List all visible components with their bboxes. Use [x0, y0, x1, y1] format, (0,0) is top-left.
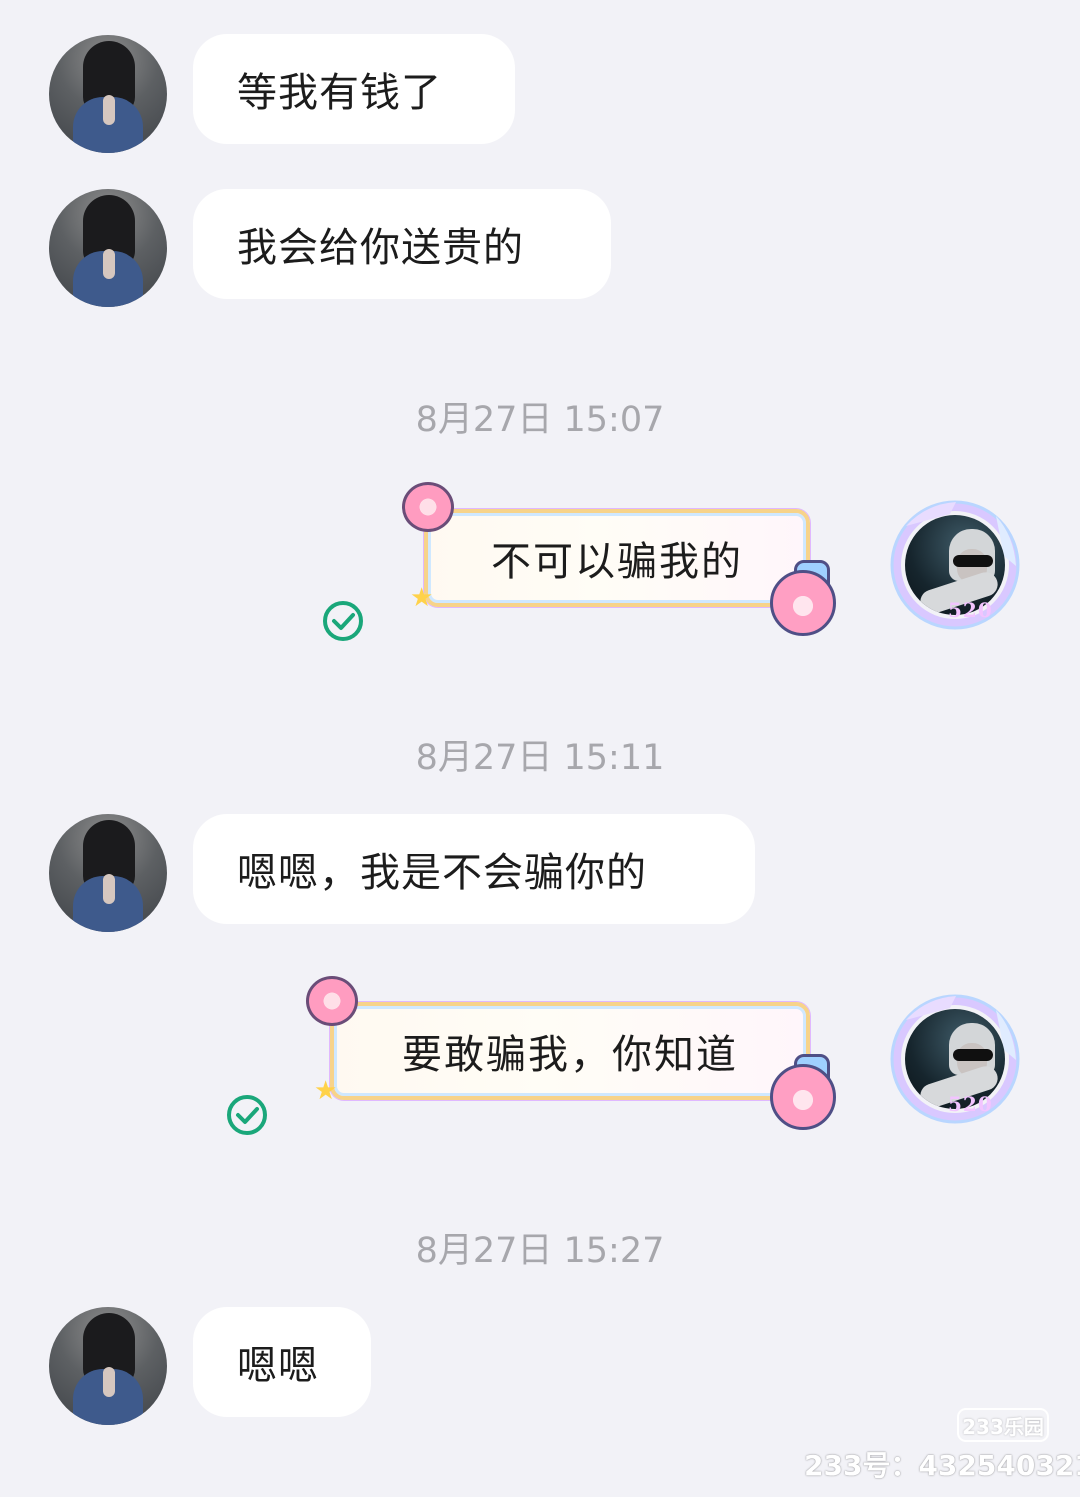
message-bubble-outgoing[interactable]: 要敢骗我，你知道	[330, 1002, 810, 1100]
my-avatar[interactable]: 520	[886, 990, 1024, 1128]
message-bubble-outgoing[interactable]: 不可以骗我的	[424, 509, 810, 607]
message-text: 不可以骗我的	[491, 539, 743, 585]
donut-sticker-icon	[402, 482, 454, 532]
message-text: 嗯嗯	[237, 1343, 319, 1389]
contact-avatar[interactable]	[49, 814, 167, 932]
watermark-badge: 233乐园	[957, 1408, 1049, 1442]
contact-avatar[interactable]	[49, 189, 167, 307]
message-timestamp: 8月27日 15:27	[415, 1231, 665, 1271]
message-text: 要敢骗我，你知道	[402, 1032, 738, 1078]
message-text: 我会给你送贵的	[237, 225, 524, 271]
frame-number: 520	[948, 1092, 993, 1116]
message-bubble-incoming[interactable]: 我会给你送贵的	[193, 189, 611, 299]
star-icon: ★	[410, 583, 434, 613]
star-icon: ★	[314, 1076, 338, 1106]
message-timestamp: 8月27日 15:11	[415, 738, 665, 778]
message-bubble-incoming[interactable]: 嗯嗯，我是不会骗你的	[193, 814, 755, 924]
message-bubble-incoming[interactable]: 等我有钱了	[193, 34, 515, 144]
my-avatar[interactable]: 520	[886, 496, 1024, 634]
check-circle-icon	[323, 601, 363, 641]
donut-sticker-icon	[306, 976, 358, 1026]
message-timestamp: 8月27日 15:07	[415, 400, 665, 440]
check-circle-icon	[227, 1095, 267, 1135]
watermark-id: 233号：432540321	[804, 1449, 1080, 1482]
message-text: 等我有钱了	[237, 70, 442, 116]
contact-avatar[interactable]	[49, 1307, 167, 1425]
frame-number: 520	[948, 598, 993, 622]
donut-mascot-icon	[770, 1064, 836, 1130]
contact-avatar[interactable]	[49, 35, 167, 153]
message-bubble-incoming[interactable]: 嗯嗯	[193, 1307, 371, 1417]
donut-mascot-icon	[770, 570, 836, 636]
message-text: 嗯嗯，我是不会骗你的	[237, 850, 647, 896]
